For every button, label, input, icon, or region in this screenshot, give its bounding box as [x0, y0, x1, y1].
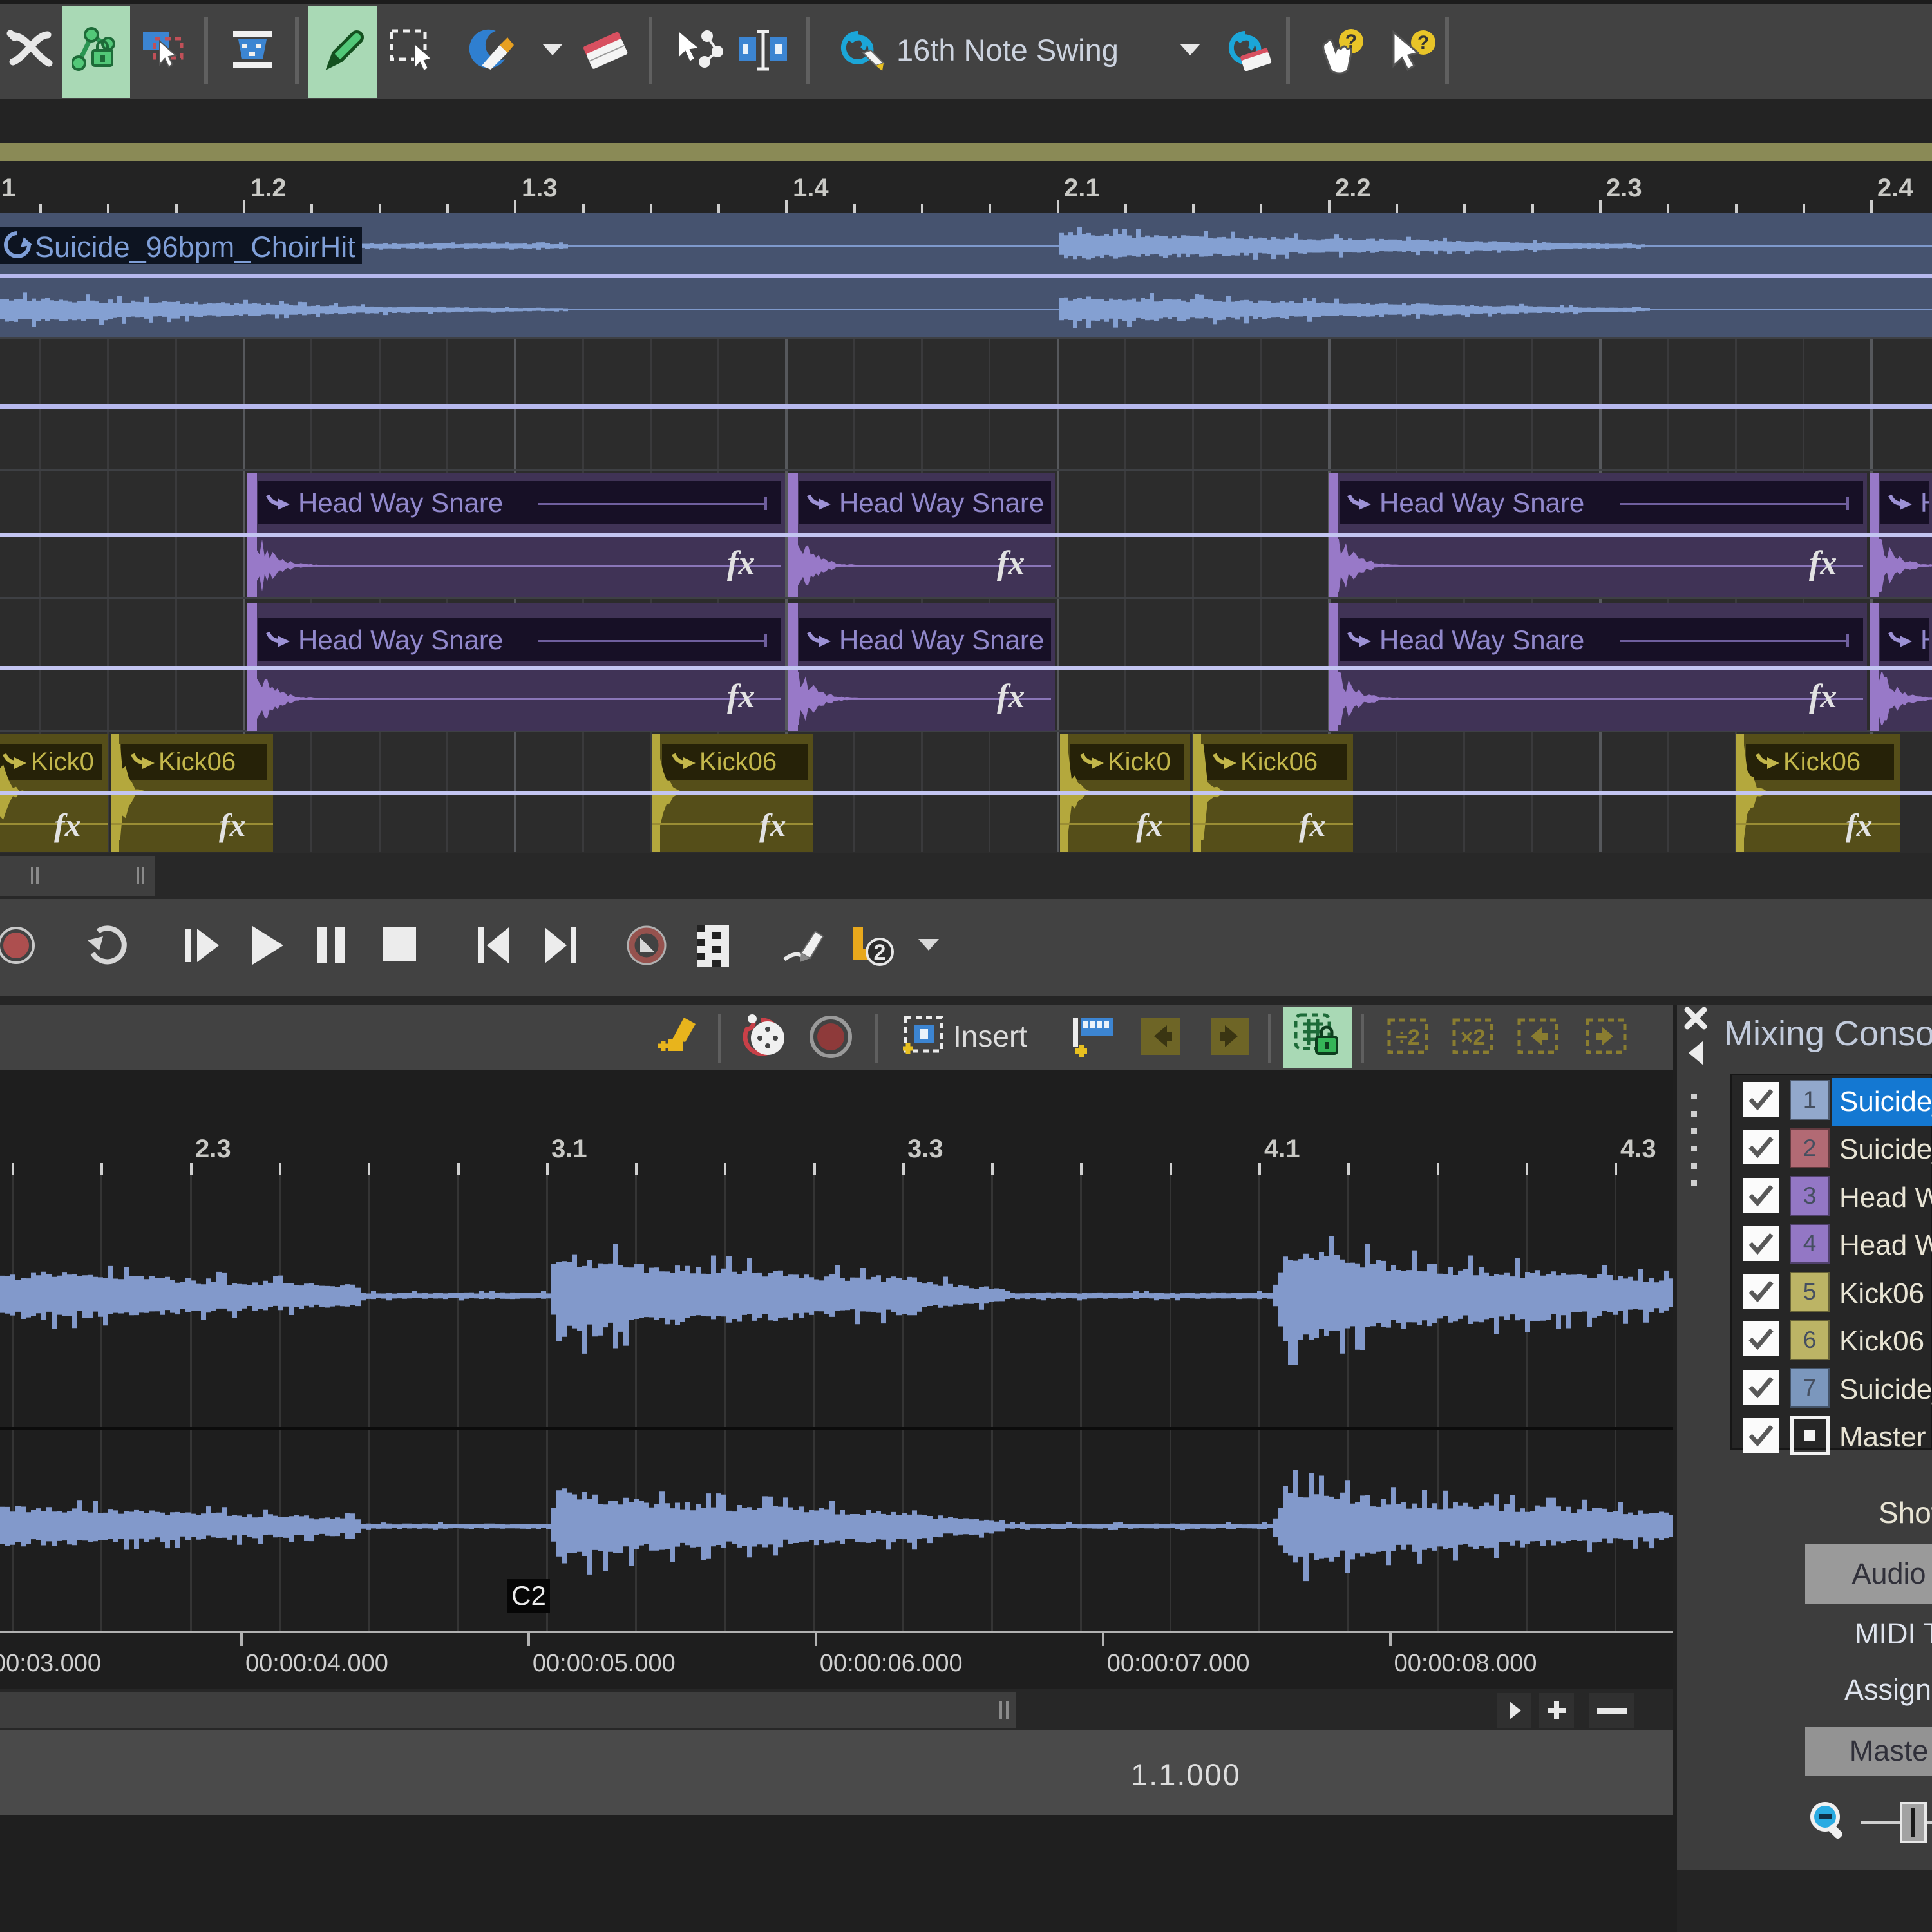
svg-text:×2: ×2	[1461, 1025, 1486, 1050]
svg-text:?: ?	[1417, 32, 1429, 53]
svg-text:2: 2	[874, 940, 886, 965]
svg-text:÷2: ÷2	[1396, 1025, 1420, 1050]
